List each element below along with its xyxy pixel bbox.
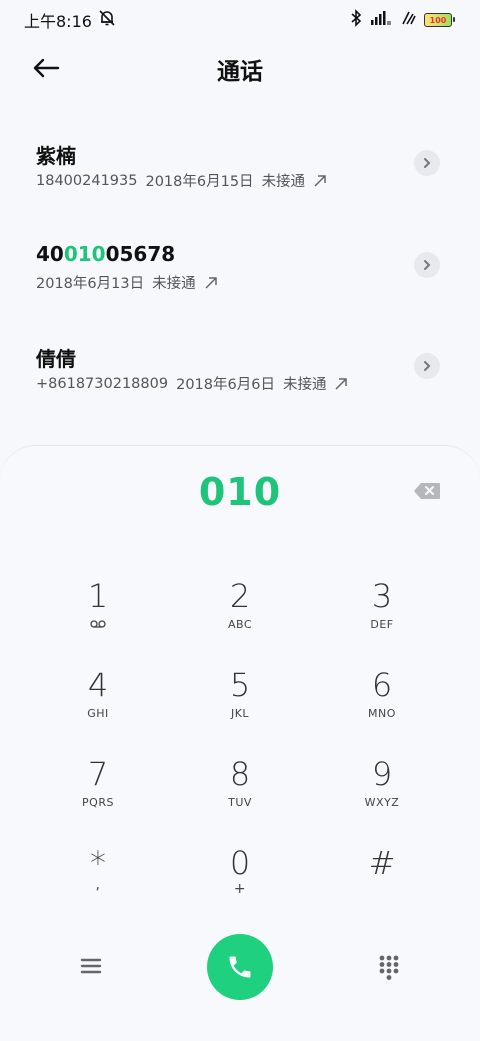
phone-icon: [229, 956, 251, 978]
battery-level: 100: [429, 15, 447, 25]
key-letters: PQRS: [82, 796, 114, 809]
outgoing-call-icon: [314, 174, 326, 187]
key-letters: MNO: [368, 707, 396, 720]
arrow-left-icon: [33, 58, 60, 78]
call-details-button[interactable]: [414, 150, 440, 176]
number-part: 05678: [105, 242, 176, 266]
call-meta: 2018年6月13日 未接通: [36, 272, 218, 293]
call-date: 2018年6月13日: [36, 276, 145, 292]
call-status: 未接通: [152, 276, 196, 292]
outgoing-call-icon: [335, 377, 348, 390]
key-letters: ,: [95, 877, 101, 893]
key-star[interactable]: * ,: [38, 845, 158, 915]
call-log-item[interactable]: 紫楠 18400241935 2018年6月15日 未接通: [0, 140, 480, 240]
number-match-highlight: 010: [63, 242, 106, 266]
voicemail-icon: [90, 620, 106, 628]
key-4[interactable]: 4 GHI: [38, 667, 158, 737]
key-7[interactable]: 7 PQRS: [38, 756, 158, 826]
key-digit: 8: [229, 755, 251, 793]
contact-number: 4001005678: [36, 242, 175, 266]
call-status: 未接通: [282, 377, 327, 393]
key-digit: 7: [87, 755, 109, 793]
key-digit: *: [90, 844, 106, 882]
page-header: 通话: [0, 40, 480, 98]
call-details-button[interactable]: [414, 252, 440, 278]
key-6[interactable]: 6 MNO: [322, 667, 442, 737]
call-date: 2018年6月15日: [145, 174, 254, 190]
battery-icon: 100: [424, 13, 455, 27]
wifi-icon: [400, 10, 416, 30]
key-letters: GHI: [87, 707, 109, 720]
alarm-off-icon: [98, 9, 116, 31]
call-meta: 18400241935 2018年6月15日 未接通: [36, 170, 327, 191]
key-3[interactable]: 3 DEF: [322, 578, 442, 648]
key-1[interactable]: 1: [38, 578, 158, 648]
key-digit: 5: [229, 666, 251, 704]
key-letters: JKL: [230, 707, 250, 720]
key-digit: #: [368, 844, 396, 882]
status-time: 上午8:16: [24, 12, 92, 31]
backspace-icon: [414, 483, 440, 499]
status-bar: 上午8:16 100: [0, 0, 480, 40]
key-digit: 2: [229, 577, 251, 615]
call-log-item[interactable]: 4001005678 2018年6月13日 未接通: [0, 242, 480, 342]
dialpad-icon: [379, 955, 399, 980]
call-date: 2018年6月6日: [176, 377, 275, 393]
key-0[interactable]: 0 +: [180, 845, 300, 915]
menu-icon: [80, 958, 102, 974]
key-digit: 9: [371, 755, 393, 793]
key-5[interactable]: 5 JKL: [180, 667, 300, 737]
chevron-right-icon: [424, 158, 431, 168]
backspace-button[interactable]: [412, 481, 442, 501]
dialed-number[interactable]: 010: [0, 470, 480, 514]
back-button[interactable]: [28, 52, 64, 84]
page-title: 通话: [217, 59, 263, 85]
key-8[interactable]: 8 TUV: [180, 756, 300, 826]
phone-number: +8618730218809: [36, 375, 169, 392]
menu-button[interactable]: [76, 952, 106, 980]
outgoing-call-icon: [205, 276, 217, 289]
dialer-bottom-bar: [0, 930, 480, 1000]
key-digit: 3: [371, 577, 393, 615]
number-part: 40: [36, 242, 64, 266]
chevron-right-icon: [424, 361, 431, 371]
key-digit: 0: [229, 844, 251, 882]
key-letters: +: [233, 881, 247, 897]
call-details-button[interactable]: [414, 353, 440, 379]
key-letters: ABC: [227, 618, 253, 631]
chevron-right-icon: [424, 260, 431, 270]
key-hash[interactable]: #: [322, 845, 442, 915]
call-meta: +8618730218809 2018年6月6日 未接通: [36, 373, 348, 394]
key-9[interactable]: 9 WXYZ: [322, 756, 442, 826]
key-letters: DEF: [370, 618, 394, 631]
key-digit: 6: [371, 666, 393, 704]
key-letters: TUV: [228, 796, 252, 809]
key-letters: WXYZ: [364, 796, 400, 809]
key-2[interactable]: 2 ABC: [180, 578, 300, 648]
signal-icon: [370, 10, 392, 30]
call-log-item[interactable]: 倩倩 +8618730218809 2018年6月6日 未接通: [0, 343, 480, 443]
call-button[interactable]: [207, 934, 273, 1000]
contact-name: 倩倩: [36, 347, 76, 371]
key-digit: 1: [87, 577, 109, 615]
contact-name: 紫楠: [36, 144, 76, 168]
phone-number: 18400241935: [36, 172, 138, 189]
keypad-toggle-button[interactable]: [374, 952, 404, 982]
call-status: 未接通: [261, 174, 306, 190]
key-digit: 4: [87, 666, 109, 704]
bluetooth-icon: [350, 9, 362, 31]
